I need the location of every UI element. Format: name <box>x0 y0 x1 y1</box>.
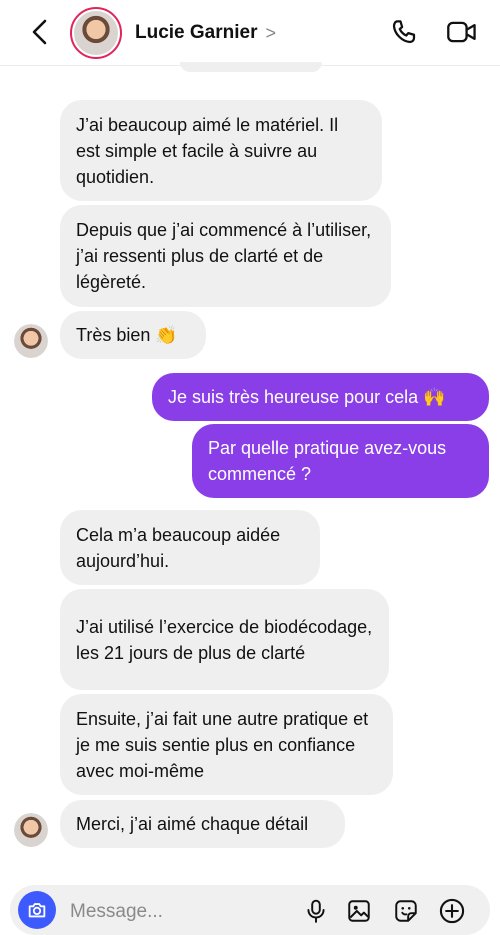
message-incoming[interactable]: Merci, j’ai aimé chaque détail <box>60 800 345 848</box>
previous-message-edge <box>180 62 322 72</box>
plus-circle-icon <box>439 898 465 924</box>
more-button[interactable] <box>438 897 466 925</box>
camera-button[interactable] <box>18 891 56 929</box>
message-incoming[interactable]: J’ai beaucoup aimé le matériel. Il est s… <box>60 100 382 201</box>
sender-avatar[interactable] <box>14 324 48 358</box>
chevron-left-icon <box>32 19 47 45</box>
camera-icon <box>28 903 46 918</box>
message-incoming[interactable]: J’ai utilisé l’exercice de biodécodage, … <box>60 589 389 690</box>
microphone-icon <box>307 899 325 923</box>
gallery-button[interactable] <box>345 897 373 925</box>
message-outgoing[interactable]: Par quelle pratique avez-vous commencé ? <box>192 424 489 498</box>
chevron-right-icon: > <box>265 22 277 43</box>
contact-name: Lucie Garnier <box>135 22 258 43</box>
back-button[interactable] <box>26 18 54 46</box>
message-input[interactable]: Message... <box>70 901 163 923</box>
message-incoming[interactable]: Ensuite, j’ai fait une autre pratique et… <box>60 694 393 795</box>
message-incoming[interactable]: Très bien 👏 <box>60 311 206 359</box>
image-icon <box>348 900 370 922</box>
video-call-button[interactable] <box>446 16 478 48</box>
message-incoming[interactable]: Depuis que j’ai commencé à l’utiliser, j… <box>60 205 391 307</box>
chat-header: Lucie Garnier > <box>0 0 500 66</box>
phone-icon <box>392 20 416 44</box>
contact-name-link[interactable]: Lucie Garnier > <box>135 22 276 44</box>
message-outgoing[interactable]: Je suis très heureuse pour cela 🙌 <box>152 373 489 421</box>
voice-button[interactable] <box>302 897 330 925</box>
call-button[interactable] <box>388 16 420 48</box>
video-camera-icon <box>447 21 476 43</box>
sender-avatar[interactable] <box>14 813 48 847</box>
message-composer: Message... <box>10 885 490 935</box>
message-incoming[interactable]: Cela m’a beaucoup aidée aujourd’hui. <box>60 510 320 585</box>
sticker-icon <box>395 900 417 922</box>
sticker-button[interactable] <box>392 897 420 925</box>
contact-avatar[interactable] <box>70 7 122 59</box>
